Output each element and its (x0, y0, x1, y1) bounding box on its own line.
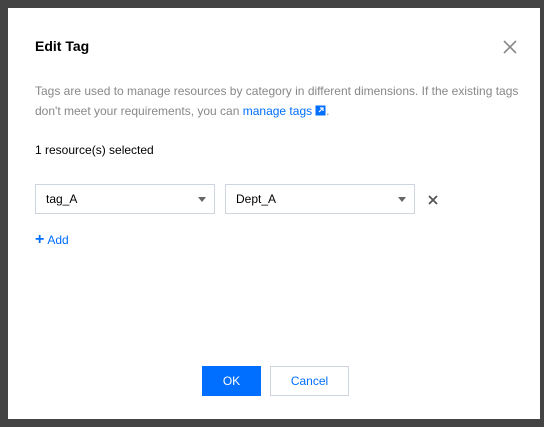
ok-button[interactable]: OK (202, 366, 261, 396)
manage-tags-link[interactable]: manage tags (243, 104, 326, 118)
tag-key-select[interactable]: tag_A (35, 184, 215, 214)
external-link-icon (315, 105, 326, 116)
tag-value-value: Dept_A (236, 192, 277, 206)
dialog-description: Tags are used to manage resources by cat… (35, 81, 520, 121)
description-end: . (326, 104, 330, 118)
chevron-down-icon (198, 197, 206, 202)
remove-tag-button[interactable] (427, 193, 439, 205)
plus-icon: + (35, 231, 45, 248)
close-icon (503, 40, 517, 54)
tag-value-select[interactable]: Dept_A (225, 184, 415, 214)
add-tag-button[interactable]: + Add (35, 232, 69, 248)
tag-key-value: tag_A (46, 192, 78, 206)
chevron-down-icon (398, 197, 406, 202)
selected-count: 1 resource(s) selected (35, 143, 154, 157)
add-tag-label: Add (47, 233, 69, 247)
edit-tag-dialog: Edit Tag Tags are used to manage resourc… (8, 8, 540, 419)
cancel-button[interactable]: Cancel (270, 366, 349, 396)
dialog-title: Edit Tag (35, 38, 90, 54)
remove-icon (428, 195, 438, 205)
close-button[interactable] (502, 39, 518, 55)
manage-tags-link-label: manage tags (242, 104, 313, 118)
